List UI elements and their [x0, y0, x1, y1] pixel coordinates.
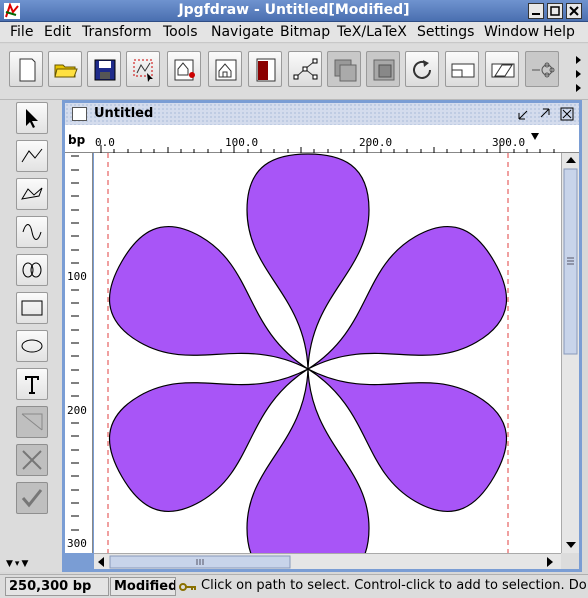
cross-icon — [22, 450, 42, 470]
close-button[interactable] — [566, 3, 582, 19]
key-icon — [179, 583, 196, 591]
menu-help[interactable]: Help — [543, 24, 575, 40]
menu-bar: File Edit Transform Tools Navigate Bitma… — [0, 22, 588, 43]
ruler-unit: bp — [68, 133, 86, 147]
save-icon — [94, 59, 116, 81]
left-ruler: 100 200 300 — [65, 153, 93, 553]
closed-line-icon — [21, 187, 43, 200]
window-title: Jpgfdraw - Untitled[Modified] — [178, 2, 410, 18]
move-to-front-icon — [334, 59, 357, 82]
top-ruler-label: 100.0 — [225, 136, 259, 149]
new-file-icon — [19, 58, 36, 82]
menu-navigate[interactable]: Navigate — [211, 24, 274, 40]
text-icon — [25, 376, 39, 394]
document-frame: Untitled bp 0.0 100.0 200.0 300.0 100 20… — [62, 100, 582, 572]
closed-line-tool[interactable] — [16, 178, 48, 210]
menu-tex-latex[interactable]: TeX/LaTeX — [337, 24, 407, 40]
shear-icon — [491, 63, 515, 78]
ungroup-icon — [215, 59, 237, 81]
menu-edit[interactable]: Edit — [44, 24, 71, 40]
menu-transform[interactable]: Transform — [82, 24, 152, 40]
open-curve-icon — [22, 224, 42, 240]
left-ruler-label: 300 — [67, 537, 87, 550]
select-tool[interactable] — [16, 102, 48, 134]
menu-tools[interactable]: Tools — [163, 24, 198, 40]
scroll-corner — [561, 553, 579, 569]
math-icon — [21, 413, 43, 431]
coordinates-readout: 250,300 bp — [5, 577, 109, 596]
bitmap-button[interactable] — [248, 51, 282, 87]
math-tool[interactable] — [16, 406, 48, 438]
menu-settings[interactable]: Settings — [417, 24, 474, 40]
select-all-icon — [133, 59, 153, 82]
toolbar — [0, 44, 588, 100]
tool-palette: ▼▾▼ — [0, 100, 62, 572]
pointer-icon — [26, 109, 38, 128]
scale-icon — [451, 63, 475, 78]
shear-button[interactable] — [485, 51, 519, 87]
left-ruler-label: 200 — [67, 404, 87, 417]
move-to-back-icon — [373, 59, 395, 81]
distort-icon — [532, 62, 555, 78]
closed-curve-tool[interactable] — [16, 254, 48, 286]
distort-button[interactable] — [525, 51, 559, 87]
vertical-scrollbar[interactable] — [561, 153, 579, 553]
save-button[interactable] — [87, 51, 121, 87]
status-message: Click on path to select. Control-click t… — [201, 578, 586, 593]
flower-petals[interactable] — [94, 153, 525, 553]
toolbar-scroll-icon[interactable] — [574, 52, 584, 92]
rectangle-tool[interactable] — [16, 292, 48, 324]
select-all-button[interactable] — [126, 51, 160, 87]
title-bar: Jpgfdraw - Untitled[Modified] — [0, 0, 588, 22]
top-ruler-label: 300.0 — [492, 136, 526, 149]
top-ruler-label: 0.0 — [95, 136, 115, 149]
text-tool[interactable] — [16, 368, 48, 400]
maximize-button[interactable] — [547, 3, 563, 19]
move-to-front-button[interactable] — [327, 51, 361, 87]
close-frame-icon[interactable] — [560, 107, 574, 121]
group-icon — [174, 59, 195, 81]
document-title-bar: Untitled — [65, 103, 579, 125]
menu-bitmap[interactable]: Bitmap — [280, 24, 330, 40]
move-to-back-button[interactable] — [366, 51, 400, 87]
new-file-button[interactable] — [9, 51, 43, 87]
rotate-icon — [413, 60, 431, 79]
document-title: Untitled — [94, 106, 154, 121]
open-line-tool[interactable] — [16, 140, 48, 172]
rectangle-icon — [21, 300, 43, 316]
abandon-tool[interactable] — [16, 444, 48, 476]
modified-indicator: Modified — [110, 577, 176, 596]
palette-scroll-icon[interactable]: ▼▾▼ — [6, 559, 30, 569]
status-bar: 250,300 bp Modified Click on path to sel… — [0, 574, 588, 598]
ellipse-tool[interactable] — [16, 330, 48, 362]
open-curve-tool[interactable] — [16, 216, 48, 248]
flower-drawing — [94, 153, 525, 553]
left-ruler-label: 100 — [67, 270, 87, 283]
menu-file[interactable]: File — [10, 24, 33, 40]
top-ruler: bp 0.0 100.0 200.0 300.0 — [65, 125, 579, 153]
scale-button[interactable] — [445, 51, 479, 87]
minimize-button[interactable] — [528, 3, 544, 19]
closed-curve-icon — [22, 262, 42, 278]
rotate-button[interactable] — [405, 51, 439, 87]
open-button[interactable] — [48, 51, 82, 87]
group-button[interactable] — [167, 51, 201, 87]
ellipse-icon — [21, 339, 43, 353]
open-line-icon — [21, 148, 43, 163]
edit-path-button[interactable] — [288, 51, 322, 87]
menu-window[interactable]: Window — [484, 24, 539, 40]
document-icon — [72, 107, 87, 121]
edit-path-icon — [293, 58, 318, 80]
open-folder-icon — [54, 64, 78, 78]
horizontal-scrollbar[interactable] — [94, 553, 561, 569]
iconify-icon[interactable] — [517, 107, 531, 121]
bitmap-icon — [256, 58, 276, 82]
check-icon — [21, 489, 43, 508]
top-ruler-label: 200.0 — [359, 136, 393, 149]
maximize-frame-icon[interactable] — [537, 107, 551, 121]
finish-tool[interactable] — [16, 482, 48, 514]
drawing-canvas[interactable] — [94, 153, 561, 553]
ungroup-button[interactable] — [208, 51, 242, 87]
